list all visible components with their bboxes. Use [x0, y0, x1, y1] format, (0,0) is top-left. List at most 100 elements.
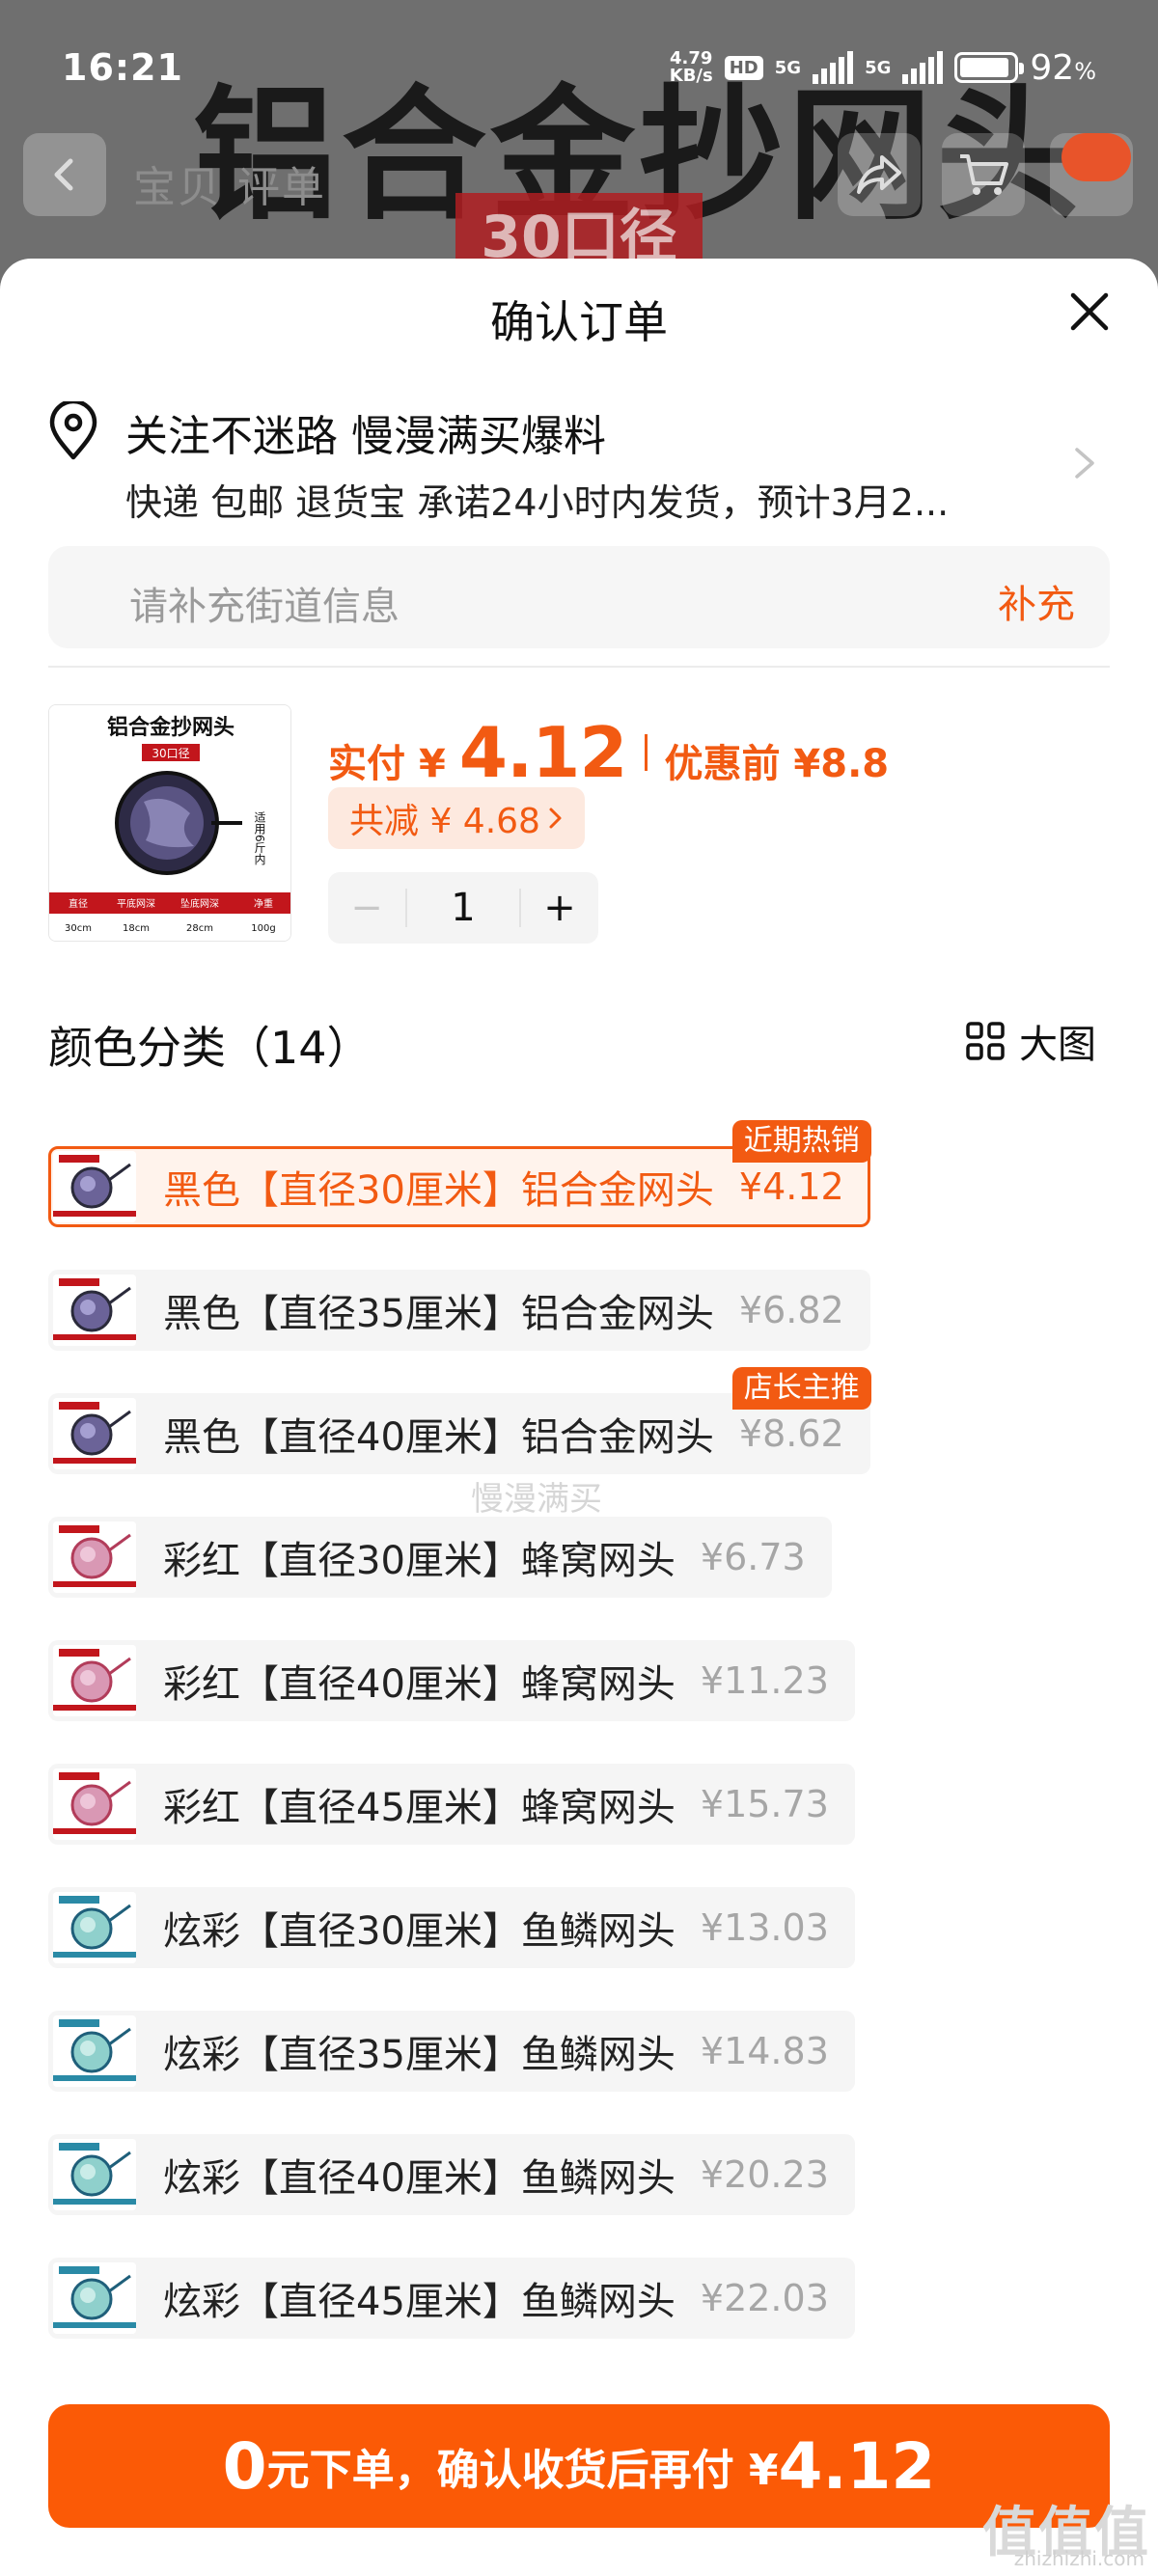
cta-text: 元下单，确认收货后再付 ¥ [266, 2446, 779, 2495]
spec-header: 净重 [254, 897, 273, 910]
variant-price: ¥6.73 [700, 1536, 806, 1578]
variant-price: ¥6.82 [738, 1289, 844, 1331]
variant-price: ¥13.03 [700, 1906, 829, 1949]
cta-zero: 0 [222, 2428, 267, 2504]
hd-icon: HD [724, 55, 763, 80]
variant-thumbnail [53, 1151, 136, 1222]
variant-name: 炫彩【直径45厘米】鱼鳞网头 [163, 2280, 676, 2324]
big-view-label: 大图 [1019, 1023, 1096, 1067]
quantity-stepper: − 1 + [328, 872, 598, 944]
grid-icon [966, 1022, 1005, 1060]
message-badge [1062, 133, 1131, 181]
spec-value: 28cm [186, 923, 213, 934]
variant-thumbnail [53, 1892, 136, 1963]
chevron-right-icon[interactable] [1071, 444, 1098, 482]
sim1-label: 5G [774, 57, 802, 78]
place-order-button[interactable]: 0 元下单，确认收货后再付 ¥ 4.12 [48, 2404, 1110, 2528]
variant-list: 黑色【直径30厘米】铝合金网头 ¥4.12 近期热销黑色【直径35厘米】铝合金网头 ¥… [48, 1108, 1110, 2576]
network-speed: 4.79 KB/s [670, 50, 713, 85]
discount-chip[interactable]: 共减 ¥ 4.68 [328, 787, 585, 849]
variant-badge: 店长主推 [731, 1367, 871, 1410]
add-street-button[interactable]: 补充 [998, 573, 1075, 629]
variant-option[interactable]: 黑色【直径35厘米】铝合金网头 ¥6.82 [48, 1270, 870, 1351]
street-info-placeholder: 请补充街道信息 [129, 585, 400, 629]
variant-option[interactable]: 彩红【直径45厘米】蜂窝网头 ¥15.73 [48, 1764, 855, 1845]
variant-thumbnail [53, 2015, 136, 2087]
spec-header: 坠底网深 [180, 897, 219, 910]
location-pin-icon [49, 401, 97, 460]
signal-icon [813, 51, 854, 84]
product-image-side-text: 适用6斤内 [253, 811, 266, 865]
variant-name: 炫彩【直径30厘米】鱼鳞网头 [163, 1909, 676, 1954]
address-name[interactable]: 关注不迷路 慢漫满买爆料 [125, 401, 606, 463]
product-image-tag: 30口径 [152, 747, 189, 760]
signal-icon [902, 51, 944, 84]
battery-percent: 92% [1030, 47, 1096, 88]
variant-name: 炫彩【直径40厘米】鱼鳞网头 [163, 2156, 676, 2201]
variant-option[interactable]: 黑色【直径40厘米】铝合金网头 ¥8.62 店长主推 [48, 1367, 871, 1474]
sim2-label: 5G [865, 57, 892, 78]
close-icon[interactable] [1065, 288, 1114, 336]
variant-thumbnail [53, 2139, 136, 2210]
chevron-left-icon [54, 158, 73, 191]
paid-label: 实付 [328, 742, 405, 786]
variant-option[interactable]: 炫彩【直径40厘米】鱼鳞网头 ¥20.23 [48, 2134, 855, 2215]
share-button[interactable] [838, 133, 921, 216]
price-row: 实付 ¥ 4.12 优惠前 ¥8.8 [328, 712, 889, 793]
status-time: 16:21 [62, 46, 183, 89]
price-before-discount: 优惠前 ¥8.8 [664, 742, 890, 786]
variant-name: 彩红【直径30厘米】蜂窝网头 [163, 1539, 676, 1583]
variant-badge: 近期热销 [731, 1120, 871, 1163]
shipping-info[interactable]: 快递 包邮 退货宝 承诺24小时内发货，预计3月2... [125, 473, 1013, 526]
variant-name: 黑色【直径35厘米】铝合金网头 [163, 1292, 714, 1336]
status-indicators: 4.79 KB/s HD 5G 5G 92% [670, 48, 1096, 88]
increase-quantity-button[interactable]: + [521, 886, 598, 930]
sheet-title: 确认订单 [490, 296, 668, 348]
spec-value: 30cm [65, 923, 92, 934]
variant-name: 炫彩【直径35厘米】鱼鳞网头 [163, 2033, 676, 2077]
variant-thumbnail [53, 1768, 136, 1840]
big-view-toggle[interactable]: 大图 [965, 1013, 1096, 1069]
street-info-field[interactable]: 请补充街道信息 补充 [48, 546, 1110, 648]
battery-icon [954, 52, 1025, 83]
share-icon [857, 155, 901, 194]
variant-price: ¥4.12 [738, 1165, 844, 1208]
variant-option[interactable]: 炫彩【直径30厘米】鱼鳞网头 ¥13.03 [48, 1887, 855, 1968]
variant-price: ¥11.23 [700, 1659, 829, 1702]
price-separator [644, 734, 648, 771]
variant-price: ¥8.62 [738, 1412, 844, 1455]
variants-title: 颜色分类（14） [48, 1022, 372, 1074]
variant-name: 黑色【直径40厘米】铝合金网头 [163, 1415, 714, 1460]
variant-option[interactable]: 炫彩【直径35厘米】鱼鳞网头 ¥14.83 [48, 2011, 855, 2092]
site-watermark-url: zhizhizhi.com [1013, 2547, 1144, 2570]
variant-price: ¥22.03 [700, 2277, 829, 2319]
paid-price: 4.12 [458, 712, 628, 793]
status-bar: 16:21 4.79 KB/s HD 5G 5G 92% [0, 0, 1158, 135]
cart-button[interactable] [942, 133, 1025, 216]
network-speed-unit: KB/s [669, 66, 713, 86]
decrease-quantity-button[interactable]: − [328, 886, 405, 930]
cta-amount: 4.12 [778, 2428, 936, 2504]
variant-thumbnail [53, 1521, 136, 1593]
variant-price: ¥14.83 [700, 2030, 829, 2072]
variant-thumbnail [53, 2262, 136, 2334]
variant-name: 彩红【直径40厘米】蜂窝网头 [163, 1662, 676, 1707]
variant-option[interactable]: 彩红【直径30厘米】蜂窝网头 ¥6.73 [48, 1517, 832, 1598]
spec-header: 直径 [69, 897, 88, 910]
chevron-right-icon [549, 808, 562, 829]
watermark-text: 慢漫满买 [471, 1480, 602, 1519]
variant-option[interactable]: 彩红【直径40厘米】蜂窝网头 ¥11.23 [48, 1640, 855, 1721]
back-button[interactable] [23, 133, 106, 216]
discount-label: 共减 ¥ 4.68 [349, 802, 540, 841]
product-image[interactable]: 铝合金抄网头 30口径 适用6斤内 直径 平底网深 坠底网深 净重 30cm 18cm 2… [48, 704, 291, 942]
variant-option[interactable]: 黑色【直径30厘米】铝合金网头 ¥4.12 近期热销 [48, 1120, 871, 1227]
product-image-title: 铝合金抄网头 [107, 715, 234, 740]
variant-name: 彩红【直径45厘米】蜂窝网头 [163, 1786, 676, 1830]
background-tabs: 宝贝 评单 [133, 163, 326, 212]
spec-header: 平底网深 [117, 897, 155, 910]
variant-option[interactable]: 炫彩【直径45厘米】鱼鳞网头 ¥22.03 [48, 2258, 855, 2339]
variant-thumbnail [53, 1398, 136, 1469]
quantity-value[interactable]: 1 [405, 889, 521, 927]
divider [48, 666, 1110, 668]
order-sheet: 确认订单 关注不迷路 慢漫满买爆料 快递 包邮 退货宝 承诺24小时内发货，预计… [0, 259, 1158, 2576]
